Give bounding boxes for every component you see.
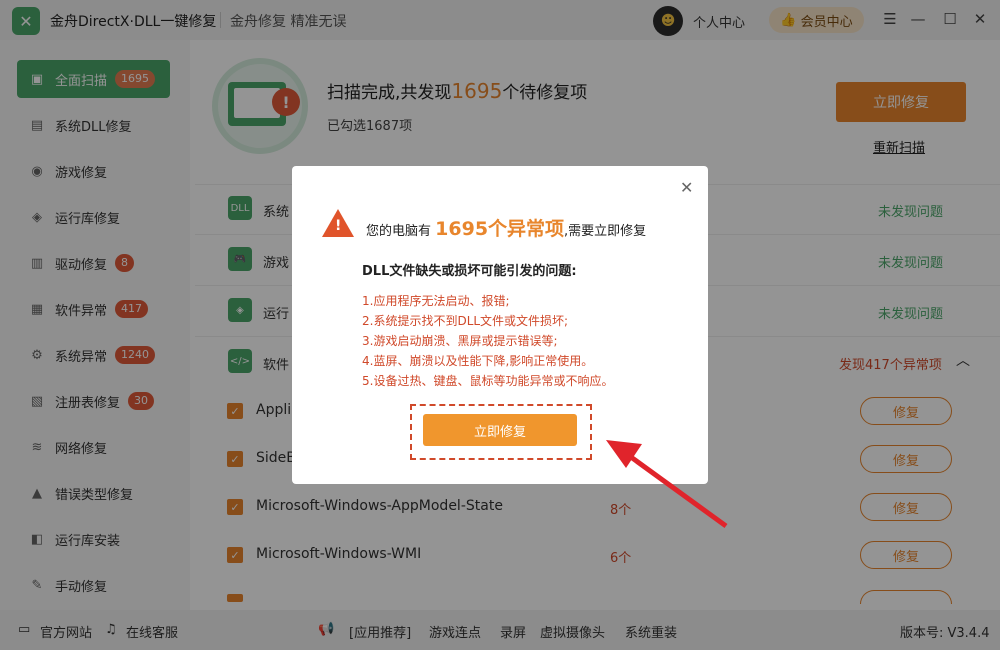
problem-item: 2.系统提示找不到DLL文件或文件损坏; bbox=[362, 314, 569, 328]
problem-item: 4.蓝屏、崩溃以及性能下降,影响正常使用。 bbox=[362, 354, 594, 368]
dialog-subheading: DLL文件缺失或损坏可能引发的问题: bbox=[362, 264, 577, 279]
problem-list: 1.应用程序无法启动、报错; 2.系统提示找不到DLL文件或文件损坏; 3.游戏… bbox=[362, 291, 613, 391]
problem-item: 1.应用程序无法启动、报错; bbox=[362, 294, 510, 308]
dialog-headline: 您的电脑有 1695个异常项,需要立即修复 bbox=[366, 218, 647, 240]
close-icon[interactable]: ✕ bbox=[680, 178, 693, 197]
problem-item: 3.游戏启动崩溃、黑屏或提示错误等; bbox=[362, 334, 558, 348]
dialog-issue-count: 1695个异常项 bbox=[435, 218, 565, 240]
problem-item: 5.设备过热、键盘、鼠标等功能异常或不响应。 bbox=[362, 374, 614, 388]
dialog-fix-now-button[interactable]: 立即修复 bbox=[423, 414, 577, 446]
pointer-arrow-icon bbox=[606, 440, 728, 529]
warning-exclamation: ! bbox=[335, 218, 342, 234]
